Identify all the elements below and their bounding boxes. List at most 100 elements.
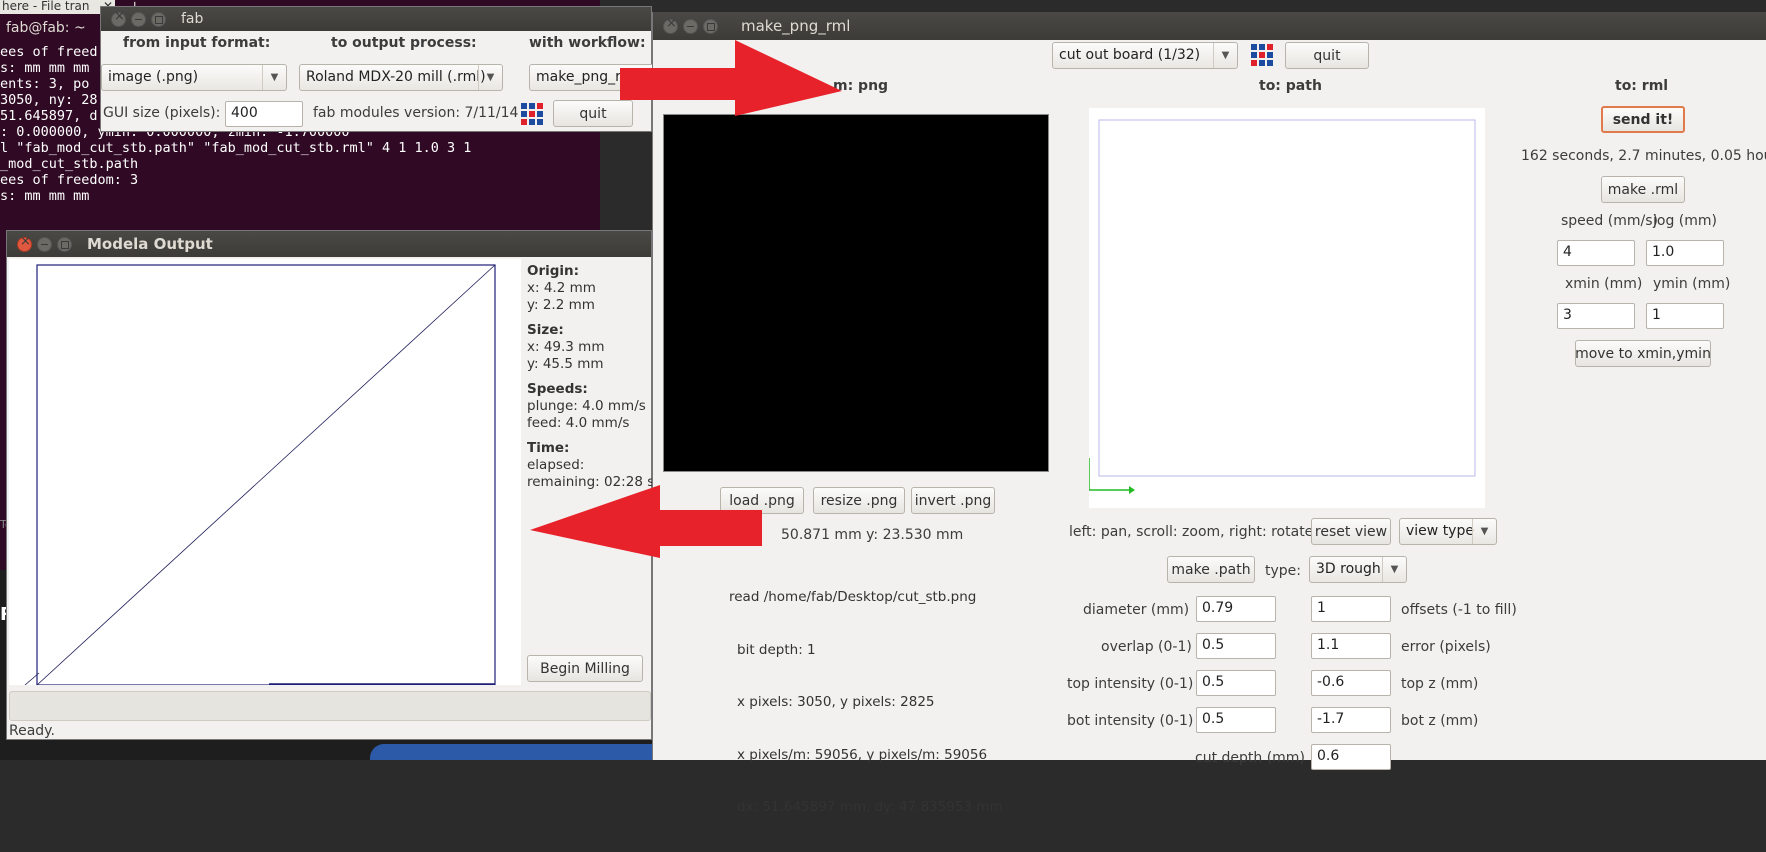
error-label: error (pixels) — [1401, 639, 1491, 655]
bot-intensity-input[interactable]: 0.5 — [1196, 707, 1276, 733]
chevron-down-icon: ▼ — [1213, 43, 1237, 68]
fab-titlebar[interactable]: fab — [101, 7, 651, 31]
type-select[interactable]: 3D rough ▼ — [1309, 556, 1407, 583]
terminal-line: s: mm mm mm — [0, 188, 90, 204]
load-png-button[interactable]: load .png — [720, 487, 804, 514]
move-to-xmin-ymin-button[interactable]: move to xmin,ymin — [1575, 340, 1711, 367]
gui-size-input[interactable]: 400 — [225, 101, 303, 127]
workflow-select[interactable]: make_png_rml — [529, 64, 659, 91]
close-icon[interactable] — [663, 16, 678, 34]
close-icon[interactable] — [17, 234, 32, 252]
bot-z-input[interactable]: -1.7 — [1311, 707, 1391, 733]
overlap-input[interactable]: 0.5 — [1196, 633, 1276, 659]
output-process-value: Roland MDX-20 mill (.rml) — [306, 69, 486, 85]
fab-logo-icon — [521, 103, 543, 125]
make-path-button[interactable]: make .path — [1167, 556, 1255, 583]
minimize-icon[interactable] — [131, 11, 146, 27]
view-type-select[interactable]: view type ▼ — [1399, 518, 1497, 545]
input-format-value: image (.png) — [108, 69, 199, 85]
chevron-down-icon: ▼ — [1472, 519, 1496, 544]
with-workflow-label: with workflow: — [529, 35, 646, 51]
pixels-text: x pixels: 3050, y pixels: 2825 — [737, 694, 935, 710]
from-png-heading: m: png — [833, 78, 889, 94]
size-y: y: 45.5 mm — [527, 356, 604, 372]
path-drawing — [1088, 119, 1476, 494]
from-input-label: from input format: — [123, 35, 271, 51]
elapsed-time: elapsed: — [527, 457, 585, 473]
make-quit-button[interactable]: quit — [1285, 42, 1369, 69]
cut-depth-input[interactable]: 0.6 — [1311, 744, 1391, 770]
resize-png-button[interactable]: resize .png — [813, 487, 905, 514]
desktop-strip — [370, 744, 670, 760]
minimize-icon[interactable] — [683, 18, 698, 34]
top-z-input[interactable]: -0.6 — [1311, 670, 1391, 696]
chevron-down-icon: ▼ — [1382, 557, 1406, 582]
chevron-down-icon: ▼ — [478, 65, 502, 90]
maximize-icon[interactable] — [151, 11, 166, 27]
jog-input[interactable]: 1.0 — [1646, 240, 1724, 266]
top-intensity-input[interactable]: 0.5 — [1196, 670, 1276, 696]
png-info: read /home/fab/Desktop/cut_stb.png bit d… — [729, 554, 1003, 852]
size-x: x: 49.3 mm — [527, 339, 605, 355]
output-process-select[interactable]: Roland MDX-20 mill (.rml) ▼ — [299, 64, 503, 91]
gui-size-label: GUI size (pixels): — [103, 105, 221, 121]
diameter-label: diameter (mm) — [1083, 602, 1190, 618]
xmin-input[interactable]: 3 — [1557, 303, 1635, 329]
modela-window: Modela Output Origin: x: 4.2 mm y: 2.2 m… — [6, 230, 653, 740]
version-text: fab modules version: 7/11/14 — [313, 105, 519, 121]
cut-depth-label: cut depth (mm) — [1195, 750, 1305, 766]
speeds-heading: Speeds: — [527, 381, 588, 397]
bot-z-label: bot z (mm) — [1401, 713, 1479, 729]
offsets-input[interactable]: 1 — [1311, 596, 1391, 622]
read-path-text: read /home/fab/Desktop/cut_stb.png — [729, 589, 977, 605]
close-icon[interactable] — [111, 9, 126, 27]
size-heading: Size: — [527, 322, 564, 338]
error-input[interactable]: 1.1 — [1311, 633, 1391, 659]
type-value: 3D rough — [1316, 561, 1381, 577]
cursor-coords: 50.871 mm y: 23.530 mm — [781, 527, 964, 543]
bot-intensity-label: bot intensity (0-1) — [1067, 713, 1194, 729]
input-format-select[interactable]: image (.png) ▼ — [101, 64, 287, 91]
plunge-speed: plunge: 4.0 mm/s — [527, 398, 646, 414]
terminal-line: ees of freedom: 3 — [0, 172, 139, 188]
maximize-icon[interactable] — [703, 18, 718, 34]
speed-input[interactable]: 4 — [1557, 240, 1635, 266]
begin-milling-button[interactable]: Begin Milling — [527, 655, 643, 682]
maximize-icon[interactable] — [57, 236, 72, 252]
chevron-down-icon: ▼ — [262, 65, 286, 90]
to-rml-heading: to: rml — [1615, 78, 1669, 94]
view-type-value: view type — [1406, 523, 1474, 539]
ymin-label: ymin (mm) — [1653, 276, 1731, 292]
dxdy-text: dx: 51.645897 mm, dy: 47.835953 mm — [737, 799, 1003, 815]
jog-label: jog (mm) — [1653, 213, 1717, 229]
make-title: make_png_rml — [741, 17, 851, 35]
origin-y: y: 2.2 mm — [527, 297, 595, 313]
origin-x: x: 4.2 mm — [527, 280, 596, 296]
process-value: cut out board (1/32) — [1059, 47, 1201, 63]
send-it-button[interactable]: send it! — [1601, 106, 1685, 133]
time-heading: Time: — [527, 440, 570, 456]
path-preview[interactable] — [1088, 108, 1485, 508]
terminal-line: _mod_cut_stb.path — [0, 156, 139, 172]
diameter-input[interactable]: 0.79 — [1196, 596, 1276, 622]
minimize-icon[interactable] — [37, 236, 52, 252]
make-titlebar[interactable]: make_png_rml — [653, 12, 1766, 40]
ymin-input[interactable]: 1 — [1646, 303, 1724, 329]
remaining-time: remaining: 02:28 s — [527, 474, 653, 490]
feed-speed: feed: 4.0 mm/s — [527, 415, 630, 431]
fab-window: fab from input format: to output process… — [100, 6, 659, 132]
terminal-title: fab@fab: ~ — [6, 20, 86, 36]
fab-title: fab — [181, 11, 204, 27]
process-select[interactable]: cut out board (1/32) ▼ — [1052, 42, 1238, 69]
make-window: make_png_rml cut out board (1/32) ▼ quit… — [652, 12, 1766, 815]
reset-view-button[interactable]: reset view — [1311, 518, 1391, 545]
terminal-tab[interactable]: here - File tran ✕ — [0, 0, 115, 14]
fab-quit-button[interactable]: quit — [553, 100, 633, 127]
invert-png-button[interactable]: invert .png — [911, 487, 995, 514]
make-rml-button[interactable]: make .rml — [1601, 176, 1685, 203]
png-preview[interactable] — [663, 114, 1049, 472]
top-intensity-label: top intensity (0-1) — [1067, 676, 1194, 692]
terminal-line: l "fab_mod_cut_stb.path" "fab_mod_cut_st… — [0, 140, 472, 156]
fab-logo-icon — [1251, 44, 1273, 66]
modela-titlebar[interactable]: Modela Output — [7, 231, 651, 257]
